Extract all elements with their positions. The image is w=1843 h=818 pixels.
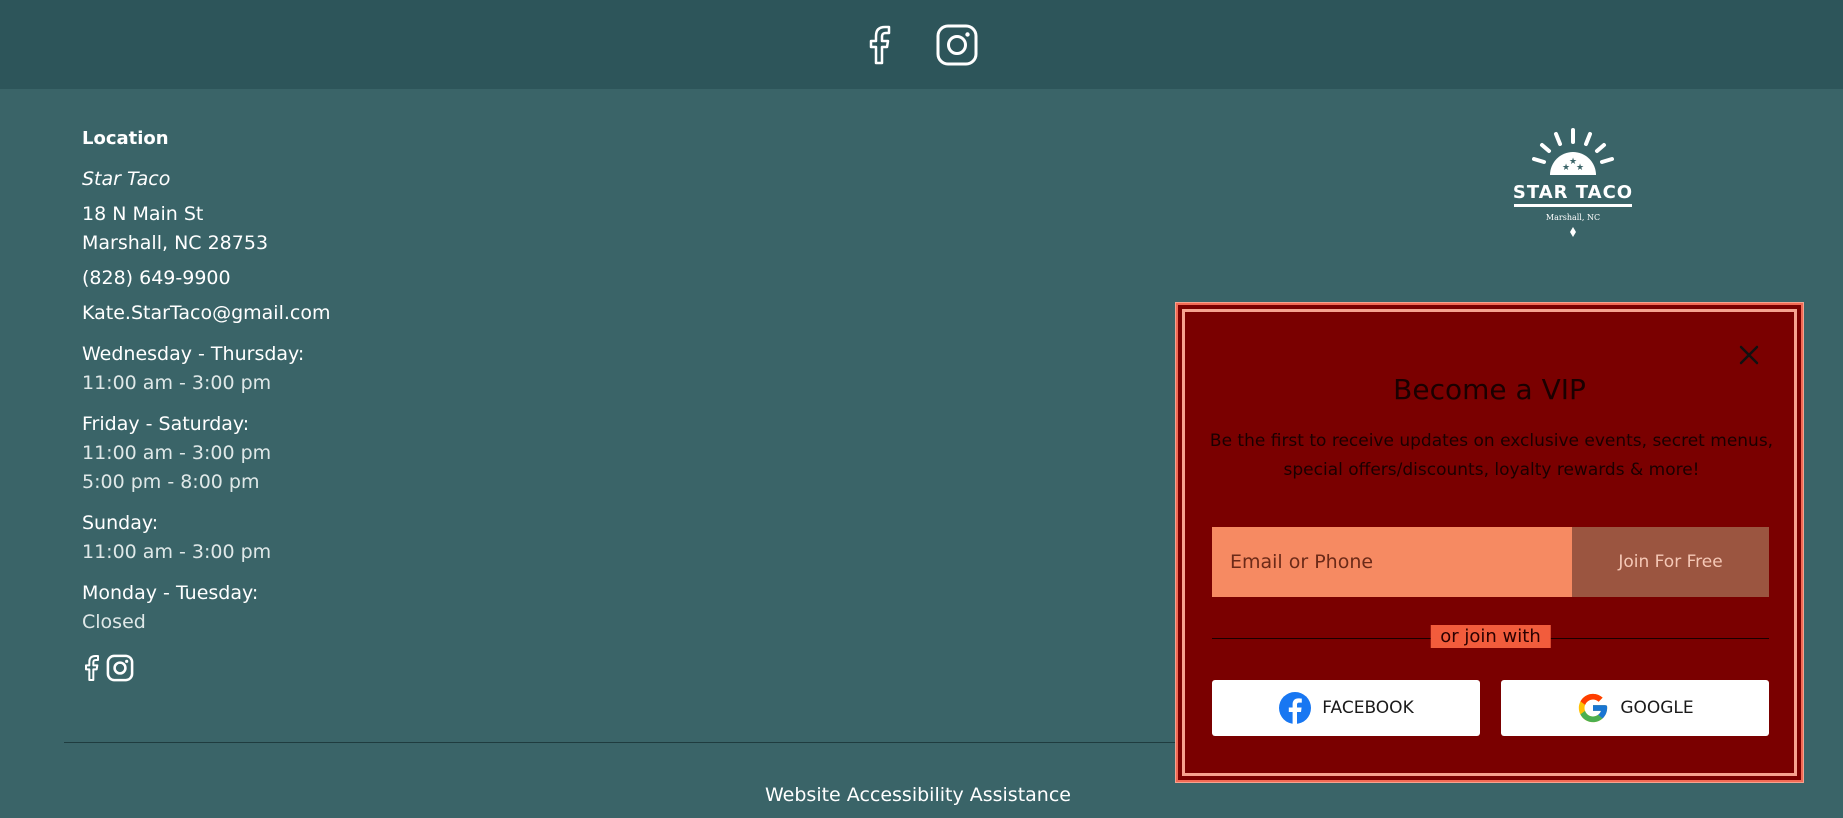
signup-form: Join For Free	[1212, 527, 1769, 597]
google-login-button[interactable]: GOOGLE	[1501, 680, 1769, 736]
logo-location: Marshall, NC	[1546, 213, 1600, 222]
facebook-login-button[interactable]: FACEBOOK	[1212, 680, 1480, 736]
hours-time: 5:00 pm - 8:00 pm	[82, 471, 260, 493]
instagram-icon[interactable]	[935, 23, 979, 67]
hours-time: 11:00 am - 3:00 pm	[82, 372, 272, 394]
facebook-button-label: FACEBOOK	[1322, 698, 1414, 718]
footer-divider	[64, 742, 1184, 743]
hours-days: Monday - Tuesday:	[82, 582, 259, 604]
restaurant-name: Star Taco	[82, 168, 171, 190]
location-section: Location Star Taco 18 N Main St Marshall…	[82, 124, 582, 683]
hours-time: 11:00 am - 3:00 pm	[82, 541, 272, 563]
facebook-icon	[1279, 692, 1312, 725]
star-taco-logo: ★ ★ ★ STAR TACO Marshall, NC	[1513, 128, 1633, 237]
google-button-label: GOOGLE	[1620, 698, 1694, 718]
hours-group: Friday - Saturday: 11:00 am - 3:00 pm 5:…	[82, 410, 582, 497]
hours-time: Closed	[82, 611, 146, 633]
location-heading: Location	[82, 128, 169, 149]
popup-title: Become a VIP	[1393, 373, 1586, 406]
hours-group: Sunday: 11:00 am - 3:00 pm	[82, 509, 582, 567]
join-button[interactable]: Join For Free	[1572, 527, 1769, 597]
google-icon	[1579, 693, 1608, 723]
or-divider: or join with	[1212, 625, 1769, 651]
svg-text:★: ★	[1576, 163, 1584, 173]
phone-link[interactable]: (828) 649-9900	[82, 264, 582, 293]
social-header	[0, 0, 1843, 89]
close-icon[interactable]	[1737, 343, 1761, 367]
vip-popup: Become a VIP Be the first to receive upd…	[1176, 303, 1803, 782]
or-join-label: or join with	[1430, 625, 1551, 648]
address-line-2: Marshall, NC 28753	[82, 232, 269, 254]
facebook-icon[interactable]	[82, 653, 102, 683]
hours-days: Sunday:	[82, 512, 159, 534]
email-phone-input[interactable]	[1212, 527, 1572, 597]
email-link[interactable]: Kate.StarTaco@gmail.com	[82, 299, 582, 328]
accessibility-link[interactable]: Website Accessibility Assistance	[0, 784, 1836, 806]
location-socials	[82, 653, 582, 683]
hours-days: Wednesday - Thursday:	[82, 343, 305, 365]
hours-days: Friday - Saturday:	[82, 413, 250, 435]
logo-name: STAR TACO	[1513, 182, 1633, 203]
hours-time: 11:00 am - 3:00 pm	[82, 442, 272, 464]
facebook-icon[interactable]	[865, 23, 895, 67]
address-line-1: 18 N Main St	[82, 203, 204, 225]
hours-group: Monday - Tuesday: Closed	[82, 579, 582, 637]
hours-group: Wednesday - Thursday: 11:00 am - 3:00 pm	[82, 340, 582, 398]
instagram-icon[interactable]	[106, 654, 134, 682]
popup-description: Be the first to receive updates on exclu…	[1209, 431, 1774, 480]
